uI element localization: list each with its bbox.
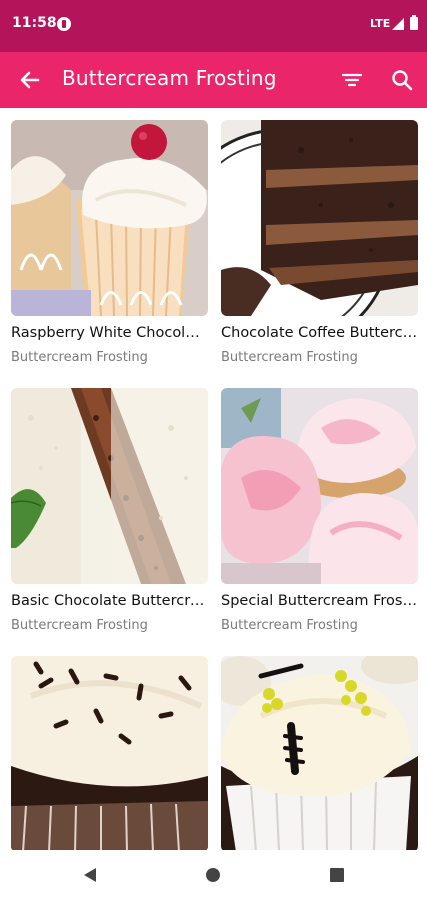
recipe-category: Buttercream Frosting <box>221 618 358 633</box>
recipe-title: Raspberry White Chocolate Buttercream <box>11 325 208 341</box>
status-time: 11:58 <box>12 15 57 31</box>
recipe-category: Buttercream Frosting <box>221 350 358 365</box>
recipe-image <box>221 656 418 852</box>
recipe-image <box>11 656 208 852</box>
nav-back-icon[interactable] <box>84 868 96 882</box>
back-arrow-icon <box>20 71 40 89</box>
page-title: Buttercream Frosting <box>62 66 277 90</box>
recipe-title: Basic Chocolate Buttercream <box>11 593 208 609</box>
filter-button[interactable] <box>338 66 366 94</box>
back-button[interactable] <box>16 66 44 94</box>
system-nav-bar <box>0 850 427 900</box>
search-icon <box>392 70 413 91</box>
signal-icon <box>392 18 404 30</box>
recipe-title: Chocolate Coffee Buttercream <box>221 325 418 341</box>
recipe-category: Buttercream Frosting <box>11 618 148 633</box>
nav-home-icon[interactable] <box>206 868 220 882</box>
status-bar: 11:58 LTE <box>0 0 427 52</box>
app-bar: Buttercream Frosting <box>0 52 427 108</box>
filter-icon <box>341 73 363 87</box>
network-type: LTE <box>370 17 391 30</box>
recipe-image <box>11 388 208 584</box>
search-button[interactable] <box>388 66 416 94</box>
nav-recents-icon[interactable] <box>330 868 344 882</box>
recipe-image <box>11 120 208 316</box>
recipe-title: Special Buttercream Frosting <box>221 593 418 609</box>
battery-icon <box>410 15 418 30</box>
recipe-image <box>221 388 418 584</box>
recipe-category: Buttercream Frosting <box>11 350 148 365</box>
recipe-image <box>221 120 418 316</box>
app-notification-icon <box>57 17 71 31</box>
